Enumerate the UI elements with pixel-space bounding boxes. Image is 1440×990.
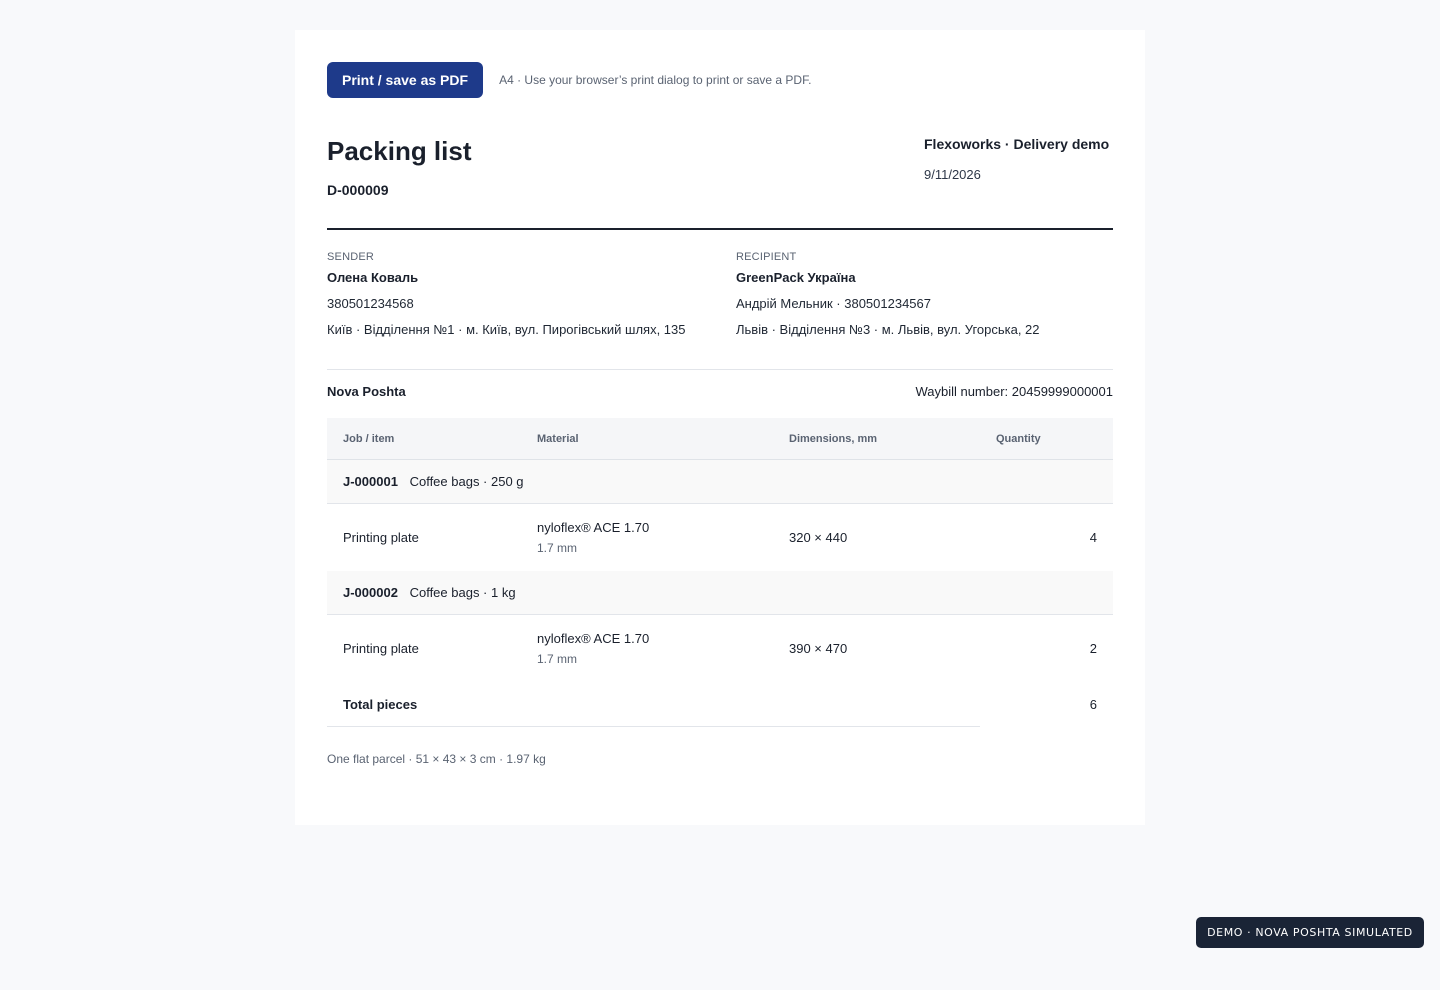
table-row: Printing plate nyloflex® ACE 1.70 1.7 mm… — [327, 504, 1113, 572]
items-table: Job / item Material Dimensions, mm Quant… — [327, 418, 1113, 727]
item-dimensions: 320 × 440 — [789, 530, 848, 545]
column-header: Material — [521, 418, 773, 460]
job-row: J-000002 Coffee bags · 1 kg — [327, 571, 1113, 615]
document-title: Packing list — [327, 136, 472, 166]
print-button[interactable]: Print / save as PDF — [327, 62, 484, 98]
item-dimensions: 390 × 470 — [789, 641, 848, 656]
print-hint: A4 · Use your browser’s print dialog to … — [499, 73, 812, 87]
recipient-name: GreenPack Україна — [736, 270, 856, 285]
sender-label: SENDER — [327, 251, 375, 263]
item-quantity: 4 — [1089, 530, 1097, 545]
total-row: Total pieces 6 — [327, 682, 1113, 727]
item-material: nyloflex® ACE 1.70 — [537, 631, 650, 646]
item-thickness: 1.7 mm — [537, 541, 578, 555]
demo-badge: DEMO · NOVA POSHTA SIMULATED — [1196, 917, 1424, 948]
job-description: Coffee bags · 250 g — [409, 474, 524, 489]
column-header: Dimensions, mm — [773, 418, 980, 460]
sender-block: SENDER Олена Коваль 380501234568 Київ · … — [327, 251, 685, 337]
column-header: Quantity — [980, 418, 1113, 460]
document-header: Packing list D-000009 Flexoworks · Deliv… — [327, 130, 1113, 230]
document-date: 9/11/2026 — [924, 167, 981, 182]
print-toolbar: Print / save as PDF A4 · Use your browse… — [327, 62, 811, 98]
document-number: D-000009 — [327, 182, 389, 198]
carrier-name: Nova Poshta — [327, 384, 406, 399]
item-name: Printing plate — [343, 530, 419, 545]
company-name: Flexoworks · Delivery demo — [924, 136, 1110, 152]
parties-section: SENDER Олена Коваль 380501234568 Київ · … — [327, 251, 1113, 370]
job-cell: J-000002 Coffee bags · 1 kg — [327, 571, 1113, 615]
item-material-cell: nyloflex® ACE 1.70 1.7 mm — [521, 504, 773, 572]
sender-name: Олена Коваль — [327, 270, 419, 285]
item-name: Printing plate — [343, 641, 419, 656]
total-value: 6 — [1089, 696, 1097, 712]
sender-phone: 380501234568 — [327, 296, 414, 311]
column-header: Job / item — [327, 418, 521, 460]
item-material-cell: nyloflex® ACE 1.70 1.7 mm — [521, 615, 773, 683]
recipient-block: RECIPIENT GreenPack Україна Андрій Мельн… — [736, 251, 1040, 337]
sender-address: Київ · Відділення №1 · м. Київ, вул. Пир… — [327, 322, 686, 337]
recipient-label: RECIPIENT — [736, 251, 797, 263]
parcel-note: One flat parcel · 51 × 43 × 3 cm · 1.97 … — [327, 752, 546, 766]
packing-list-sheet: Print / save as PDF A4 · Use your browse… — [295, 30, 1145, 825]
item-thickness: 1.7 mm — [537, 652, 578, 666]
job-description: Coffee bags · 1 kg — [409, 585, 516, 600]
item-material: nyloflex® ACE 1.70 — [537, 520, 650, 535]
job-id: J-000002 — [343, 585, 398, 600]
recipient-address: Львів · Відділення №3 · м. Львів, вул. У… — [736, 322, 1040, 337]
table-header-row: Job / item Material Dimensions, mm Quant… — [327, 418, 1113, 460]
waybill-number: Waybill number: 20459999000001 — [915, 384, 1113, 399]
job-cell: J-000001 Coffee bags · 250 g — [327, 459, 1113, 504]
recipient-contact: Андрій Мельник · 380501234567 — [736, 296, 931, 311]
table-row: Printing plate nyloflex® ACE 1.70 1.7 mm… — [327, 615, 1113, 683]
job-id: J-000001 — [343, 474, 398, 489]
total-label: Total pieces — [327, 682, 980, 727]
item-quantity: 2 — [1089, 641, 1097, 656]
job-row: J-000001 Coffee bags · 250 g — [327, 459, 1113, 504]
